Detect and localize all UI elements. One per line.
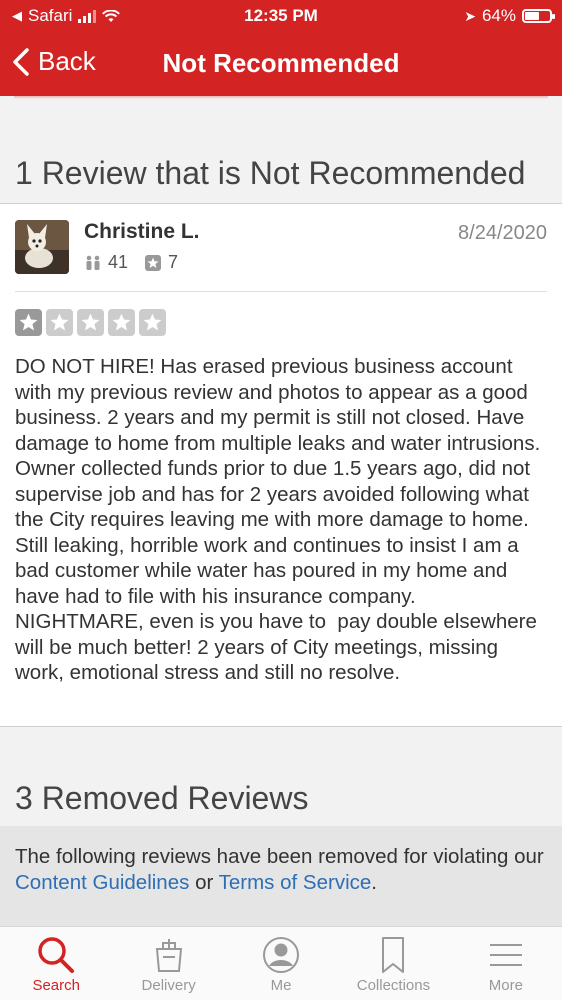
back-button[interactable]: Back — [12, 46, 96, 77]
user-icon — [263, 937, 300, 973]
avatar[interactable] — [15, 220, 69, 274]
status-right: ➤ 64% — [464, 6, 555, 26]
star-empty-icon — [77, 309, 104, 336]
tab-search[interactable]: Search — [0, 927, 112, 1000]
tab-me[interactable]: Me — [225, 927, 337, 1000]
status-bar: ◀ Safari 12:35 PM ➤ 64% — [0, 0, 562, 32]
tab-label: Collections — [356, 977, 431, 994]
review-text: DO NOT HIRE! Has erased previous busines… — [15, 355, 546, 684]
star-filled-icon — [15, 309, 42, 336]
friends-icon — [86, 255, 100, 270]
content-guidelines-link[interactable]: Content Guidelines — [15, 871, 189, 894]
review-date: 8/24/2020 — [458, 222, 547, 244]
menu-icon — [489, 944, 522, 966]
battery-percent: 64% — [481, 6, 516, 25]
back-label: Back — [38, 46, 96, 76]
tab-collections[interactable]: Collections — [337, 927, 449, 1000]
star-empty-icon — [46, 309, 73, 336]
friends-stat: 41 — [84, 252, 128, 273]
bookmark-icon — [382, 937, 405, 973]
chevron-left-icon — [13, 47, 29, 76]
tab-label: Delivery — [141, 977, 196, 994]
star-empty-icon — [108, 309, 135, 336]
star-empty-icon — [139, 309, 166, 336]
battery-icon — [522, 9, 555, 23]
location-arrow-icon: ➤ — [464, 7, 476, 24]
header-shadow — [14, 96, 548, 99]
search-icon — [38, 937, 75, 973]
reviews-stat: 7 — [144, 252, 178, 273]
tab-label: Search — [32, 977, 80, 994]
notice-text: The following reviews have been removed … — [15, 845, 544, 868]
tab-label: Me — [270, 977, 292, 994]
removed-notice-text: The following reviews have been removed … — [15, 844, 550, 896]
terms-of-service-link[interactable]: Terms of Service — [219, 871, 372, 894]
tab-bar: Search Delivery Me Collections More — [0, 926, 562, 1000]
tab-delivery[interactable]: Delivery — [112, 927, 224, 1000]
divider — [15, 291, 547, 292]
review-card: Christine L. 41 7 8/24/2020 DO NOT HIRE!… — [0, 204, 562, 726]
divider — [0, 726, 562, 727]
not-recommended-heading: 1 Review that is Not Recommended — [15, 155, 526, 191]
tab-label: More — [488, 977, 523, 994]
notice-text: . — [371, 871, 377, 894]
review-star-icon — [145, 254, 162, 271]
navigation-bar: Back Not Recommended — [0, 32, 562, 96]
dog-photo-icon — [15, 220, 69, 274]
reviewer-name[interactable]: Christine L. — [84, 220, 200, 244]
delivery-bag-icon — [155, 939, 182, 972]
removed-reviews-notice: The following reviews have been removed … — [0, 826, 562, 926]
removed-reviews-heading: 3 Removed Reviews — [15, 780, 309, 816]
notice-text: or — [189, 871, 219, 894]
star-rating — [15, 309, 166, 336]
reviews-count: 7 — [168, 252, 179, 272]
tab-more[interactable]: More — [450, 927, 562, 1000]
friends-count: 41 — [108, 252, 129, 272]
reviewer-stats: 41 7 — [84, 252, 194, 273]
